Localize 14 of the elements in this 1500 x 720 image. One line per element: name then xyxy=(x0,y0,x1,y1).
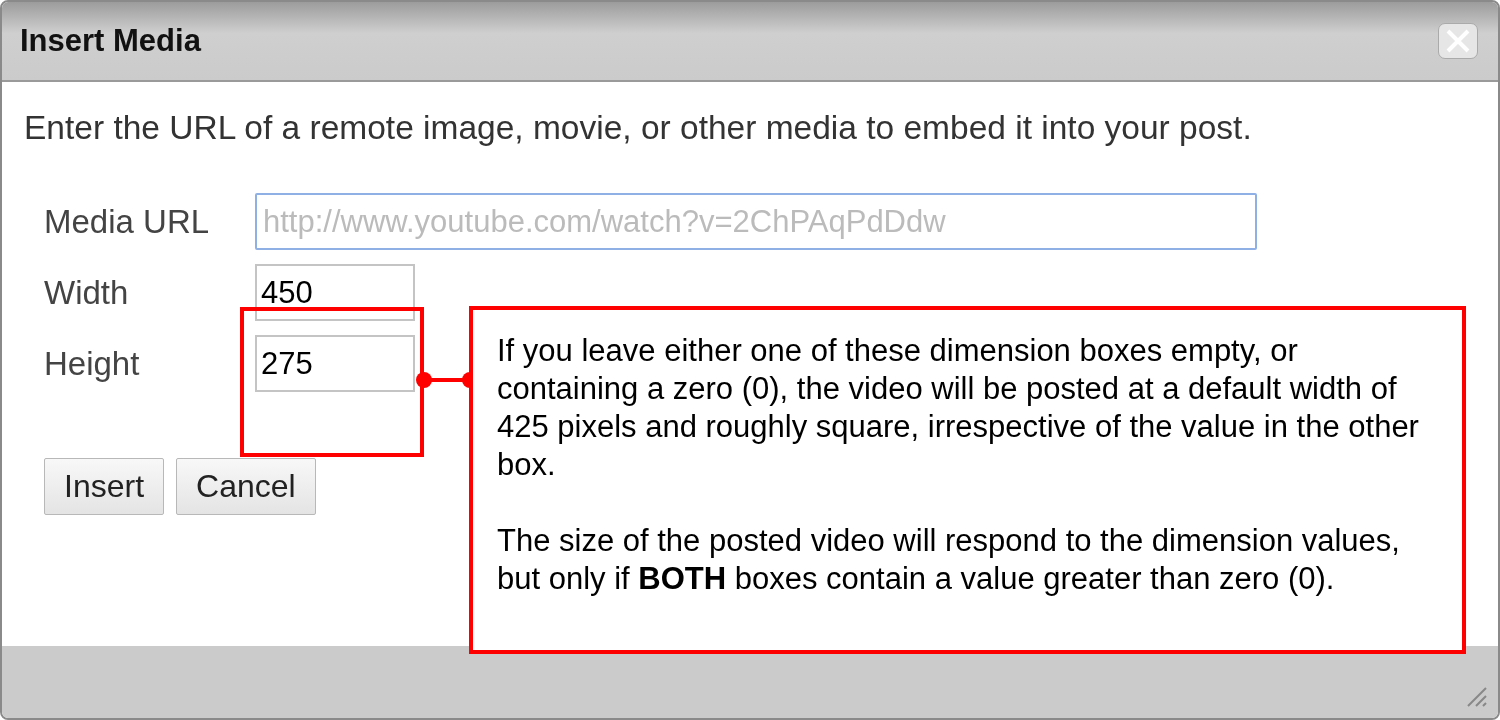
insert-button[interactable]: Insert xyxy=(44,458,165,515)
description-text: Enter the URL of a remote image, movie, or other media to embed it into your post. xyxy=(24,108,1253,148)
dimension-field[interactable]: 275 xyxy=(255,335,415,392)
callout-text: The size of the posted video will respond to the dimension values, but only if BOTH boxes contain a value greater than zero (0). xyxy=(497,522,1401,598)
window-title: Insert Media xyxy=(20,23,201,59)
field-label: Height xyxy=(44,344,141,383)
close-button[interactable] xyxy=(1438,23,1478,59)
url-field[interactable]: http://www.youtube.com/watch?v=2ChPAqPdDdw xyxy=(255,193,1257,250)
callout-text: If you leave either one of these dimension boxes empty, or containing a zero (0), the video will be posted at a default width of 425 pixels and roughly square, irrespective of the value in the other box. xyxy=(497,332,1420,484)
field-label: Width xyxy=(44,273,130,312)
cancel-button[interactable]: Cancel xyxy=(176,458,316,515)
field-label: Media URL xyxy=(44,202,211,241)
dimension-field[interactable]: 450 xyxy=(255,264,415,321)
close-icon xyxy=(1445,28,1471,54)
